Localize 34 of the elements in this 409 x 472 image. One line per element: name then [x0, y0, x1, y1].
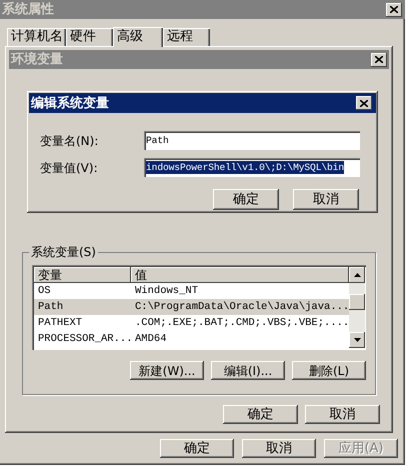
- button[interactable]: 取消: [242, 439, 316, 458]
- field-label: 变量值(V):: [40, 162, 99, 174]
- window-title: 系统属性: [2, 3, 54, 16]
- up-arrow-icon[interactable]: [354, 273, 361, 277]
- column-header[interactable]: 值: [131, 267, 350, 283]
- close-icon: [360, 100, 368, 106]
- close-button[interactable]: [371, 52, 387, 66]
- tab[interactable]: 计算机名: [7, 28, 66, 46]
- button[interactable]: 取消: [305, 405, 380, 424]
- tab[interactable]: 高级: [113, 27, 163, 47]
- scrollbar[interactable]: [349, 267, 366, 348]
- list-row[interactable]: Path C:\ProgramData\Oracle\Java\java...: [34, 299, 350, 315]
- button[interactable]: 确定: [160, 439, 234, 458]
- button[interactable]: 确定: [223, 405, 298, 424]
- group-title: 系统变量(S): [29, 244, 98, 260]
- field-label: 变量名(N):: [40, 134, 100, 146]
- input-field[interactable]: indowsPowerShell\v1.0\;D:\MySQL\bin: [144, 158, 360, 177]
- button[interactable]: 编辑(I)...: [211, 361, 285, 380]
- input-field[interactable]: Path: [144, 131, 360, 150]
- button[interactable]: 取消: [293, 189, 359, 210]
- tab[interactable]: 硬件: [66, 28, 113, 46]
- close-button[interactable]: [356, 96, 372, 110]
- close-icon: [390, 6, 398, 13]
- button[interactable]: 删除(L): [292, 361, 366, 380]
- dialog-title: 环境变量: [11, 53, 63, 66]
- dialog-title: 编辑系统变量: [31, 96, 109, 110]
- close-icon: [375, 56, 383, 63]
- down-arrow-icon[interactable]: [354, 338, 361, 342]
- close-button[interactable]: [386, 2, 402, 16]
- column-header[interactable]: 变量: [34, 267, 131, 283]
- button[interactable]: 确定: [213, 189, 279, 210]
- tab[interactable]: 远程: [163, 28, 210, 46]
- button[interactable]: 新建(W)...: [130, 361, 204, 380]
- scroll-thumb[interactable]: [349, 294, 366, 310]
